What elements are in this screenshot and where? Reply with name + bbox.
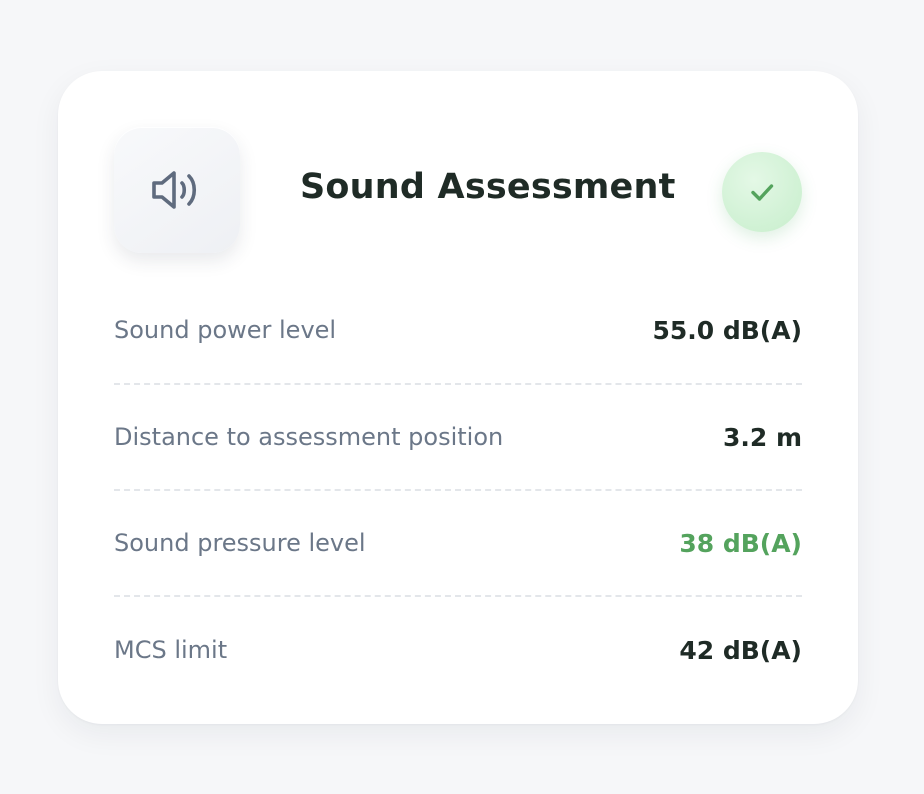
sound-assessment-card: Sound Assessment Sound power level 55.0 … <box>58 71 858 724</box>
check-icon <box>751 184 774 201</box>
row-label: MCS limit <box>114 636 228 664</box>
row-sound-power-level: Sound power level 55.0 dB(A) <box>114 277 802 385</box>
speaker-volume-icon <box>152 171 197 209</box>
row-distance-to-assessment-position: Distance to assessment position 3.2 m <box>114 385 802 491</box>
row-label: Distance to assessment position <box>114 423 504 451</box>
row-label: Sound pressure level <box>114 529 366 557</box>
card-header: Sound Assessment <box>114 127 802 253</box>
row-value-highlight: 38 dB(A) <box>679 528 802 558</box>
row-sound-pressure-level: Sound pressure level 38 dB(A) <box>114 491 802 597</box>
card-title: Sound Assessment <box>300 167 676 207</box>
row-value: 42 dB(A) <box>679 635 802 665</box>
row-label: Sound power level <box>114 316 337 344</box>
row-mcs-limit: MCS limit 42 dB(A) <box>114 597 802 703</box>
speaker-icon-tile <box>114 127 240 253</box>
row-value: 55.0 dB(A) <box>652 315 802 345</box>
assessment-rows: Sound power level 55.0 dB(A) Distance to… <box>114 277 802 703</box>
row-value: 3.2 m <box>722 422 802 452</box>
status-check-badge <box>722 152 802 232</box>
